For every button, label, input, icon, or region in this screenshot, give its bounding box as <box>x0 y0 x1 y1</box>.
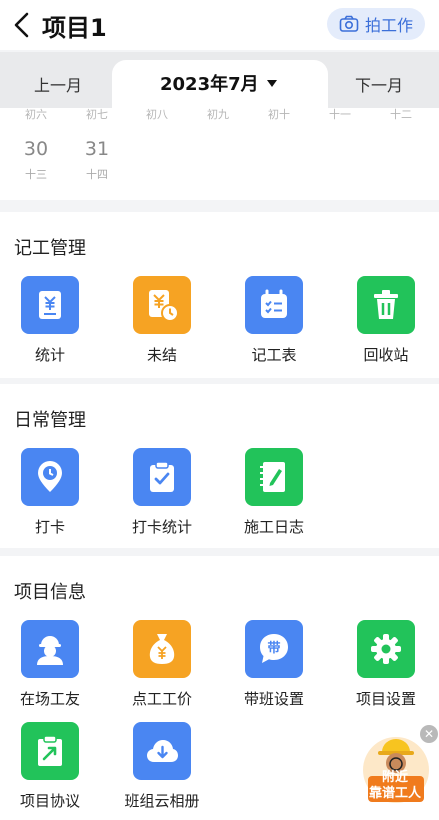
grid-item-label: 回收站 <box>363 346 409 364</box>
grid-item-unsettled[interactable]: 未结 <box>107 276 217 365</box>
month-selector[interactable]: 2023年7月 <box>160 70 277 96</box>
back-button[interactable] <box>4 0 40 50</box>
location-clock-icon <box>38 461 62 492</box>
lunar-row: 初六 初七 初八 初九 初十 十一 十二 <box>0 108 439 122</box>
lunar-date: 初八 <box>146 108 168 121</box>
calendar-check-icon <box>261 289 287 318</box>
section-work-record: 记工管理 统计 未结 记工表 回收站 <box>0 212 439 378</box>
section-title: 项目信息 <box>14 582 86 603</box>
page-title: 项目1 <box>42 13 107 42</box>
float-ad-text[interactable]: 附近 靠谱工人 <box>362 770 428 802</box>
agreement-icon <box>38 735 62 766</box>
close-icon[interactable]: ✕ <box>420 725 438 743</box>
month-switcher: 上一月 2023年7月 下一月 <box>0 52 439 108</box>
lunar-date: 初六 <box>25 108 47 121</box>
team-album-icon-box <box>133 722 191 780</box>
header-bar: 项目1 拍工作 <box>0 0 439 50</box>
work-table-icon-box <box>245 276 303 334</box>
trash-icon <box>374 290 398 319</box>
grid-item-recycle-bin[interactable]: 回收站 <box>331 276 439 365</box>
grid-item-clock-stats[interactable]: 打卡统计 <box>107 448 217 537</box>
caret-down-icon <box>266 79 277 87</box>
grid-item-label: 在场工友 <box>19 690 80 708</box>
next-month-button[interactable]: 下一月 <box>355 72 403 96</box>
section-title: 日常管理 <box>14 410 86 431</box>
grid-item-workers-on-site[interactable]: 在场工友 <box>0 620 105 709</box>
float-ad-line2: 靠谱工人 <box>368 786 421 801</box>
calendar-day[interactable]: 30 十三 <box>16 138 56 182</box>
grid-item-label: 未结 <box>146 346 177 364</box>
float-ad-line1: 附近 <box>381 770 408 785</box>
team-lead-icon-box: 带 <box>245 620 303 678</box>
lunar-date: 初七 <box>86 108 108 121</box>
grid-item-team-album[interactable]: 班组云相册 <box>107 722 217 811</box>
clock-in-icon-box <box>21 448 79 506</box>
lunar-date: 十二 <box>390 108 412 121</box>
yuan-doc-icon <box>39 291 61 319</box>
clipboard-check-icon <box>150 461 174 492</box>
dai-badge-icon: 带 <box>260 634 288 663</box>
grid-item-project-settings[interactable]: 项目设置 <box>331 620 439 709</box>
grid-item-statistics[interactable]: 统计 <box>0 276 105 365</box>
lunar-date: 十一 <box>329 108 351 121</box>
grid-item-label: 打卡 <box>34 518 65 536</box>
grid-item-label: 班组云相册 <box>124 792 200 810</box>
grid-item-project-agreement[interactable]: 项目协议 <box>0 722 105 811</box>
chevron-left-icon <box>14 12 29 38</box>
day-number: 31 <box>84 138 110 160</box>
hourly-rate-icon-box <box>133 620 191 678</box>
worker-icon <box>37 636 63 665</box>
day-lunar: 十三 <box>25 168 47 181</box>
project-settings-icon-box <box>357 620 415 678</box>
grid-item-label: 施工日志 <box>243 518 304 536</box>
notebook-pen-icon <box>260 462 285 492</box>
section-daily: 日常管理 打卡 打卡统计 施工日志 <box>0 384 439 548</box>
statistics-icon-box <box>21 276 79 334</box>
cloud-download-icon <box>147 740 178 762</box>
grid-item-label: 项目协议 <box>19 792 80 810</box>
grid-item-label: 带班设置 <box>243 690 304 708</box>
grid-item-team-lead[interactable]: 带 带班设置 <box>219 620 329 709</box>
grid-item-label: 项目设置 <box>355 690 416 708</box>
grid-item-hourly-rate[interactable]: 点工工价 <box>107 620 217 709</box>
day-number: 30 <box>23 138 49 160</box>
lunar-date: 初十 <box>268 108 290 121</box>
grid-item-label: 打卡统计 <box>131 518 192 536</box>
photo-work-label: 拍工作 <box>364 16 413 35</box>
unsettled-icon-box <box>133 276 191 334</box>
photo-work-button[interactable]: 拍工作 <box>326 8 425 40</box>
calendar-day[interactable]: 31 十四 <box>77 138 117 182</box>
gear-icon <box>371 634 401 664</box>
lunar-date: 初九 <box>207 108 229 121</box>
workers-icon-box <box>21 620 79 678</box>
day-lunar: 十四 <box>86 168 108 181</box>
svg-text:带: 带 <box>267 640 280 656</box>
prev-month-button[interactable]: 上一月 <box>34 72 82 96</box>
grid-item-label: 点工工价 <box>131 690 192 708</box>
money-bag-icon <box>149 634 175 664</box>
grid-item-label: 记工表 <box>251 346 297 364</box>
agreement-icon-box <box>21 722 79 780</box>
camera-icon <box>339 15 359 32</box>
yuan-clock-icon <box>149 290 179 322</box>
grid-item-label: 统计 <box>34 346 65 364</box>
construction-log-icon-box <box>245 448 303 506</box>
clock-stats-icon-box <box>133 448 191 506</box>
recycle-bin-icon-box <box>357 276 415 334</box>
grid-item-work-table[interactable]: 记工表 <box>219 276 329 365</box>
grid-item-clock-in[interactable]: 打卡 <box>0 448 105 537</box>
month-label: 2023年7月 <box>160 74 259 95</box>
section-title: 记工管理 <box>14 238 86 259</box>
calendar: 初六 初七 初八 初九 初十 十一 十二 30 十三 31 十四 <box>0 108 439 200</box>
grid-item-construction-log[interactable]: 施工日志 <box>219 448 329 537</box>
